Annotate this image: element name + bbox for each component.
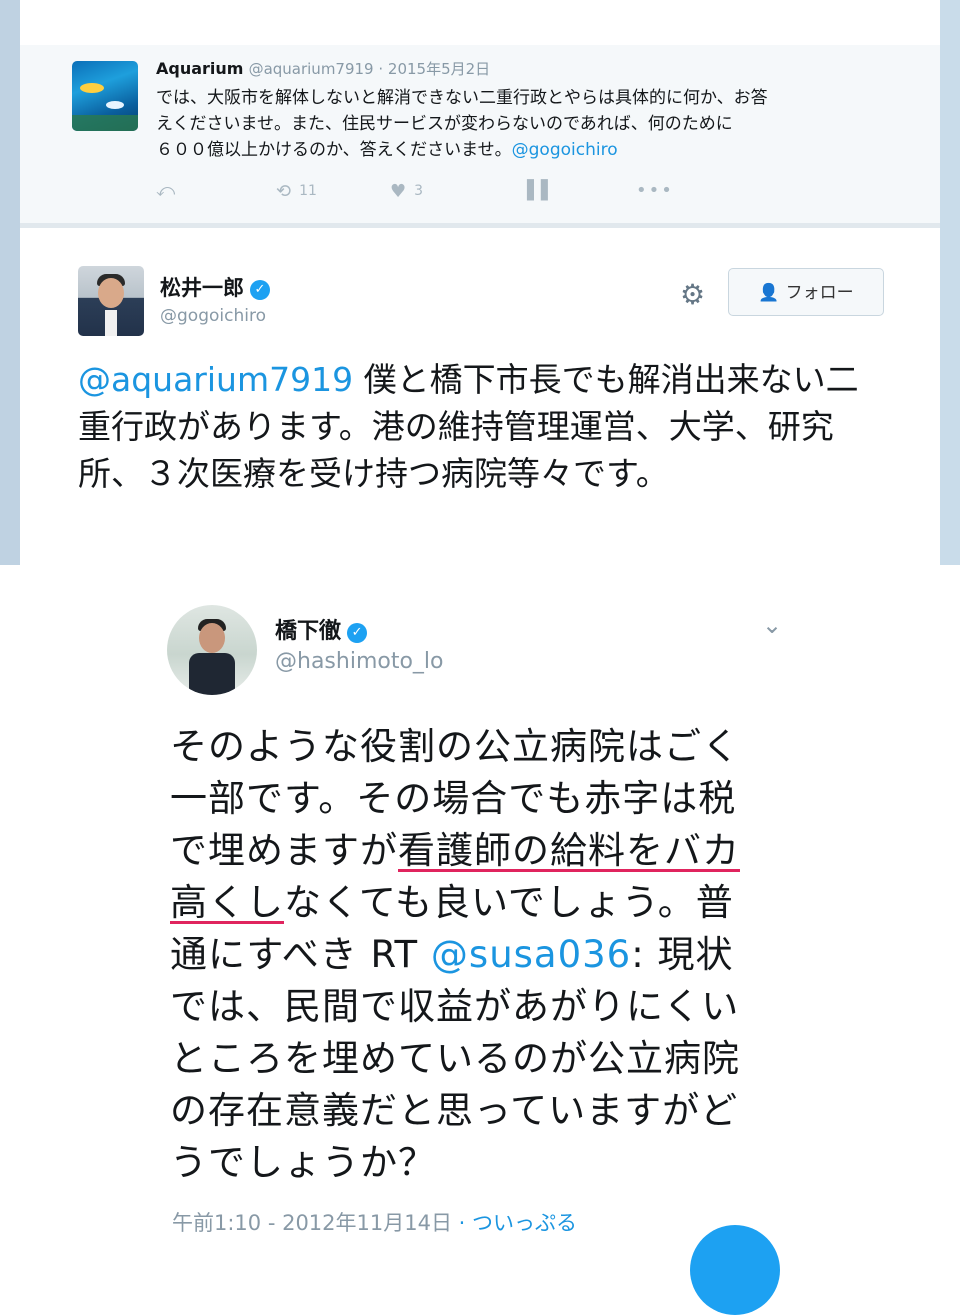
retweet-button[interactable]: ⟲ 11 [276, 179, 317, 204]
handle[interactable]: @hashimoto_lo [275, 649, 444, 674]
mention-link[interactable]: @aquarium7919 [78, 360, 353, 399]
tweet-hashimoto[interactable]: 橋下徹 ✓ @hashimoto_lo ⌄ そのような役割の公立病院はごく一部です… [0, 565, 960, 1315]
tweet-footer: 午前1:10 - 2012年11月14日 · ついっぷる [172, 1207, 577, 1237]
follow-button[interactable]: 👤 フォロー [728, 268, 884, 316]
display-name[interactable]: 橋下徹 ✓ [275, 613, 368, 645]
face-shape [98, 278, 124, 308]
separator: · [373, 60, 388, 78]
verified-icon: ✓ [250, 280, 270, 300]
gear-icon[interactable]: ⚙ [680, 278, 705, 312]
right-gutter [940, 0, 960, 565]
avatar[interactable] [167, 605, 257, 695]
display-name[interactable]: 松井一郎 ✓ [160, 272, 270, 302]
fish-icon [106, 101, 124, 109]
suit-shape [189, 653, 235, 695]
tweet-header: Aquarium @aquarium7919 · 2015年5月2日 [156, 59, 490, 79]
avatar[interactable] [72, 61, 138, 131]
chevron-down-icon[interactable]: ⌄ [762, 611, 782, 639]
tweet-text: では、大阪市を解体しないと解消できない二重行政とやらは具体的に何か、お答 えくだ… [156, 85, 896, 163]
mention-link[interactable]: @susa036 [431, 933, 631, 976]
face-shape [199, 623, 225, 653]
follow-user-icon: 👤 [758, 283, 780, 303]
retweet-count: 11 [299, 183, 317, 199]
avatar[interactable] [78, 266, 144, 336]
mention-link[interactable]: @gogoichiro [512, 140, 618, 160]
verified-icon: ✓ [347, 623, 368, 643]
compose-button[interactable] [690, 1225, 780, 1315]
tweet-aquarium[interactable]: Aquarium @aquarium7919 · 2015年5月2日 では、大阪… [20, 45, 940, 223]
tweet-matsui[interactable]: 松井一郎 ✓ @gogoichiro ⚙ 👤 フォロー @aquarium7919 … [20, 228, 940, 565]
handle[interactable]: @aquarium7919 [249, 60, 374, 78]
tweet-text: @aquarium7919 僕と橋下市長でも解消出来ない二重行政があります。港の… [78, 360, 859, 493]
shirt-shape [105, 310, 117, 336]
display-name[interactable]: Aquarium [156, 59, 243, 78]
like-icon: ♥ [390, 181, 407, 202]
tweet-date[interactable]: 2015年5月2日 [388, 60, 490, 78]
analytics-icon[interactable]: ▐▐ [520, 179, 548, 203]
like-button[interactable]: ♥ 3 [390, 179, 423, 204]
top-spacer [20, 0, 940, 45]
like-count: 3 [414, 183, 424, 199]
action-bar: ⤺ ⟲ 11 ♥ 3 ▐▐ ••• [156, 179, 716, 203]
left-gutter [0, 0, 20, 565]
reef-shape [72, 115, 138, 131]
reply-icon[interactable]: ⤺ [156, 179, 175, 203]
handle[interactable]: @gogoichiro [160, 306, 266, 326]
tweet-text-line: ６００億以上かけるのか、答えくださいませ。@gogoichiro [156, 140, 618, 160]
follow-label: フォロー [785, 283, 854, 303]
tweet-text-line: えくださいませ。また、住民サービスが変わらないのであれば、何のために [156, 114, 733, 134]
fish-icon [80, 83, 104, 93]
tweet-text: そのような役割の公立病院はごく一部です。その場合でも赤字は税で埋めますが看護師の… [170, 725, 740, 1184]
tweet-text-line: では、大阪市を解体しないと解消できない二重行政とやらは具体的に何か、お答 [156, 88, 768, 108]
top-screenshot: Aquarium @aquarium7919 · 2015年5月2日 では、大阪… [0, 0, 960, 565]
client-link[interactable]: · ついっぷる [452, 1211, 577, 1235]
retweet-icon: ⟲ [276, 181, 292, 202]
tweet-timestamp[interactable]: 午前1:10 - 2012年11月14日 [172, 1211, 452, 1235]
more-icon[interactable]: ••• [636, 179, 674, 203]
